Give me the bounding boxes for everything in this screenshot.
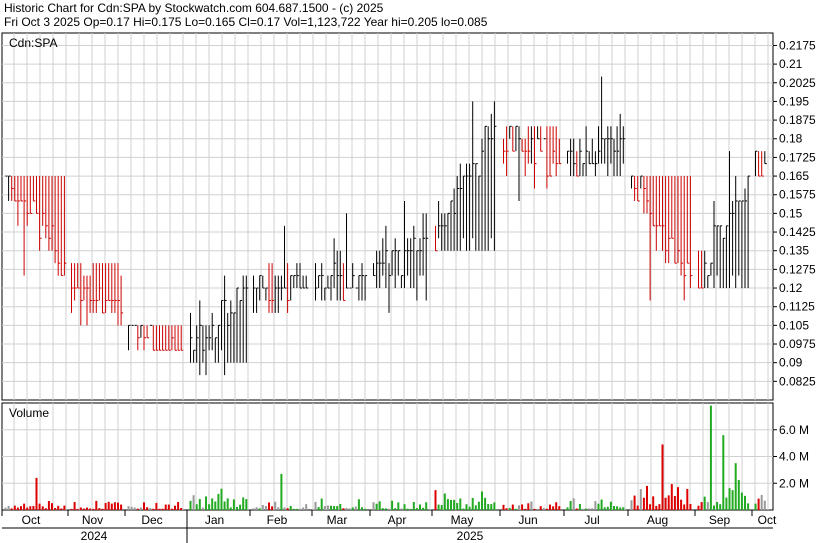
price-tick-label: 0.1875 [779,113,816,127]
price-tick-label: 0.1575 [779,188,816,202]
month-label: Oct [22,513,41,527]
price-tick-label: 0.2175 [779,38,816,52]
month-label: Apr [388,513,407,527]
year-label: 2025 [457,529,484,543]
price-tick-label: 0.195 [779,94,809,108]
price-panel-label: Cdn:SPA [9,36,57,50]
price-volume-chart: 0.2175 0.21 0.2025 0.195 0.1875 0.18 0.1725 0.1… [1,32,816,543]
volume-tick-label: 2.0 M [779,476,809,490]
month-label: Mar [327,513,348,527]
month-label: Aug [647,513,668,527]
price-tick-label: 0.21 [779,57,803,71]
month-label: Sep [709,513,731,527]
month-label: Jul [584,513,599,527]
price-tick-label: 0.1725 [779,150,816,164]
stock-chart-page: Historic Chart for Cdn:SPA by Stockwatch… [0,0,830,543]
price-tick-label: 0.0975 [779,337,816,351]
price-tick-label: 0.0825 [779,374,816,388]
price-tick-label: 0.105 [779,318,809,332]
month-label: Jan [205,513,224,527]
price-tick-label: 0.09 [779,356,803,370]
volume-tick-label: 4.0 M [779,450,809,464]
month-label: Feb [267,513,288,527]
price-tick-label: 0.1125 [779,300,815,314]
month-label: May [451,513,474,527]
month-label: Nov [82,513,103,527]
price-tick-label: 0.1275 [779,262,816,276]
price-tick-label: 0.12 [779,281,803,295]
month-label: Jun [518,513,537,527]
volume-tick-label: 6.0 M [779,423,809,437]
year-label: 2024 [81,529,108,543]
volume-panel-label: Volume [9,406,49,420]
month-label: Oct [758,513,777,527]
price-tick-label: 0.135 [779,244,809,258]
price-tick-label: 0.18 [779,132,803,146]
price-tick-label: 0.165 [779,169,809,183]
month-label: Dec [141,513,162,527]
price-tick-label: 0.1425 [779,225,816,239]
price-tick-label: 0.2025 [779,76,816,90]
price-tick-label: 0.15 [779,206,803,220]
